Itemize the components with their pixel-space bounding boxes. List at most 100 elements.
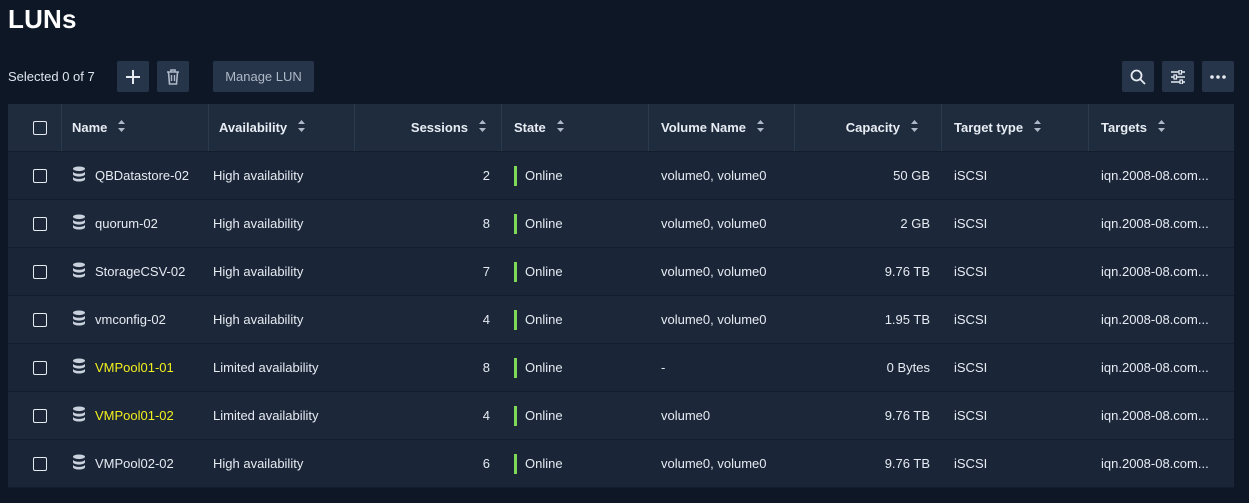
availability-cell: High availability (213, 264, 304, 279)
row-checkbox[interactable] (33, 264, 47, 279)
name-cell[interactable]: VMPool02-02 (62, 440, 209, 487)
status-indicator (514, 357, 517, 378)
sort-icon (910, 119, 919, 136)
name-cell[interactable]: QBDatastore-02 (62, 152, 209, 199)
row-checkbox-cell (8, 344, 62, 391)
targets-text: iqn.2008-08.com... (1101, 312, 1209, 327)
database-icon (72, 454, 86, 473)
sort-icon (1157, 119, 1166, 136)
lun-name: QBDatastore-02 (95, 168, 189, 183)
state-text: Online (525, 216, 563, 231)
add-lun-button[interactable] (117, 61, 149, 92)
sessions-cell: 8 (482, 216, 490, 231)
lun-name: StorageCSV-02 (95, 264, 186, 279)
row-checkbox[interactable] (33, 456, 47, 471)
search-button[interactable] (1122, 61, 1154, 92)
row-checkbox[interactable] (33, 216, 47, 231)
column-header-target-type[interactable]: Target type (942, 104, 1089, 151)
table-row[interactable]: quorum-02 High availability 8 Online volume0… (8, 200, 1234, 248)
ellipsis-icon (1210, 74, 1226, 79)
availability-cell: High availability (213, 456, 304, 471)
capacity-cell: 2 GB (900, 216, 930, 231)
lun-name: quorum-02 (95, 216, 158, 231)
column-header-capacity[interactable]: Capacity (795, 104, 942, 151)
lun-name: VMPool02-02 (95, 456, 174, 471)
sort-icon (117, 119, 126, 136)
selection-count: Selected 0 of 7 (8, 69, 95, 84)
status-indicator (514, 165, 517, 186)
targets-cell: iqn.2008-08.com... (1089, 440, 1234, 487)
row-checkbox-cell (8, 296, 62, 343)
table-row[interactable]: VMPool01-01 Limited availability 8 Online - 0… (8, 344, 1234, 392)
row-checkbox[interactable] (33, 408, 47, 423)
plus-icon (126, 69, 140, 84)
targets-text: iqn.2008-08.com... (1101, 264, 1209, 279)
volume-name-cell: volume0, volume0 (661, 264, 767, 279)
column-header-availability[interactable]: Availability (209, 104, 355, 151)
more-options-button[interactable] (1202, 61, 1234, 92)
row-checkbox-cell (8, 440, 62, 487)
state-text: Online (525, 408, 563, 423)
table-row[interactable]: VMPool02-02 High availability 6 Online volum… (8, 440, 1234, 488)
column-header-volume-name[interactable]: Volume Name (649, 104, 795, 151)
table-header: Name Availability Sessions State Volume … (8, 104, 1234, 152)
filter-button[interactable] (1162, 61, 1194, 92)
table-row[interactable]: StorageCSV-02 High availability 7 Online vol… (8, 248, 1234, 296)
state-text: Online (525, 168, 563, 183)
status-indicator (514, 405, 517, 426)
column-header-sessions[interactable]: Sessions (355, 104, 502, 151)
row-checkbox-cell (8, 152, 62, 199)
column-label: State (514, 120, 546, 135)
name-cell[interactable]: StorageCSV-02 (62, 248, 209, 295)
database-icon (72, 166, 86, 185)
database-icon (72, 406, 86, 425)
row-checkbox[interactable] (33, 312, 47, 327)
delete-lun-button[interactable] (157, 61, 189, 92)
state-text: Online (525, 312, 563, 327)
name-cell[interactable]: VMPool01-02 (62, 392, 209, 439)
targets-text: iqn.2008-08.com... (1101, 168, 1209, 183)
capacity-cell: 50 GB (893, 168, 930, 183)
column-label: Targets (1101, 120, 1147, 135)
row-checkbox[interactable] (33, 168, 47, 183)
table-row[interactable]: VMPool01-02 Limited availability 4 Online vo… (8, 392, 1234, 440)
target-type-cell: iSCSI (954, 456, 988, 471)
volume-name-cell: volume0, volume0 (661, 216, 767, 231)
row-checkbox[interactable] (33, 360, 47, 375)
trash-icon (167, 68, 179, 85)
capacity-cell: 9.76 TB (884, 456, 930, 471)
table-row[interactable]: vmconfig-02 High availability 4 Online volum… (8, 296, 1234, 344)
row-checkbox-cell (8, 392, 62, 439)
column-label: Target type (954, 120, 1024, 135)
lun-name: VMPool01-01 (95, 360, 174, 375)
capacity-cell: 0 Bytes (886, 360, 930, 375)
sliders-icon (1171, 69, 1185, 84)
name-cell[interactable]: VMPool01-01 (62, 344, 209, 391)
table-body: QBDatastore-02 High availability 2 Online vo… (8, 152, 1234, 488)
database-icon (72, 358, 86, 377)
column-header-state[interactable]: State (502, 104, 649, 151)
page-title: LUNs (8, 4, 77, 34)
sessions-cell: 4 (482, 408, 490, 423)
manage-lun-button[interactable]: Manage LUN (213, 61, 314, 92)
lun-name: VMPool01-02 (95, 408, 174, 423)
column-label: Volume Name (661, 120, 747, 135)
target-type-cell: iSCSI (954, 360, 988, 375)
sessions-cell: 8 (482, 360, 490, 375)
column-header-targets[interactable]: Targets (1089, 104, 1234, 151)
state-cell: Online (502, 152, 649, 199)
availability-cell: Limited availability (213, 360, 319, 375)
name-cell[interactable]: vmconfig-02 (62, 296, 209, 343)
capacity-cell: 9.76 TB (884, 408, 930, 423)
targets-cell: iqn.2008-08.com... (1089, 248, 1234, 295)
table-row[interactable]: QBDatastore-02 High availability 2 Online vo… (8, 152, 1234, 200)
volume-name-cell: volume0 (661, 408, 711, 423)
name-cell[interactable]: quorum-02 (62, 200, 209, 247)
database-icon (72, 262, 86, 281)
column-header-name[interactable]: Name (62, 104, 209, 151)
target-type-cell: iSCSI (954, 168, 988, 183)
select-all-checkbox[interactable] (32, 120, 47, 135)
sessions-cell: 2 (482, 168, 490, 183)
state-cell: Online (502, 392, 649, 439)
lun-name: vmconfig-02 (95, 312, 166, 327)
